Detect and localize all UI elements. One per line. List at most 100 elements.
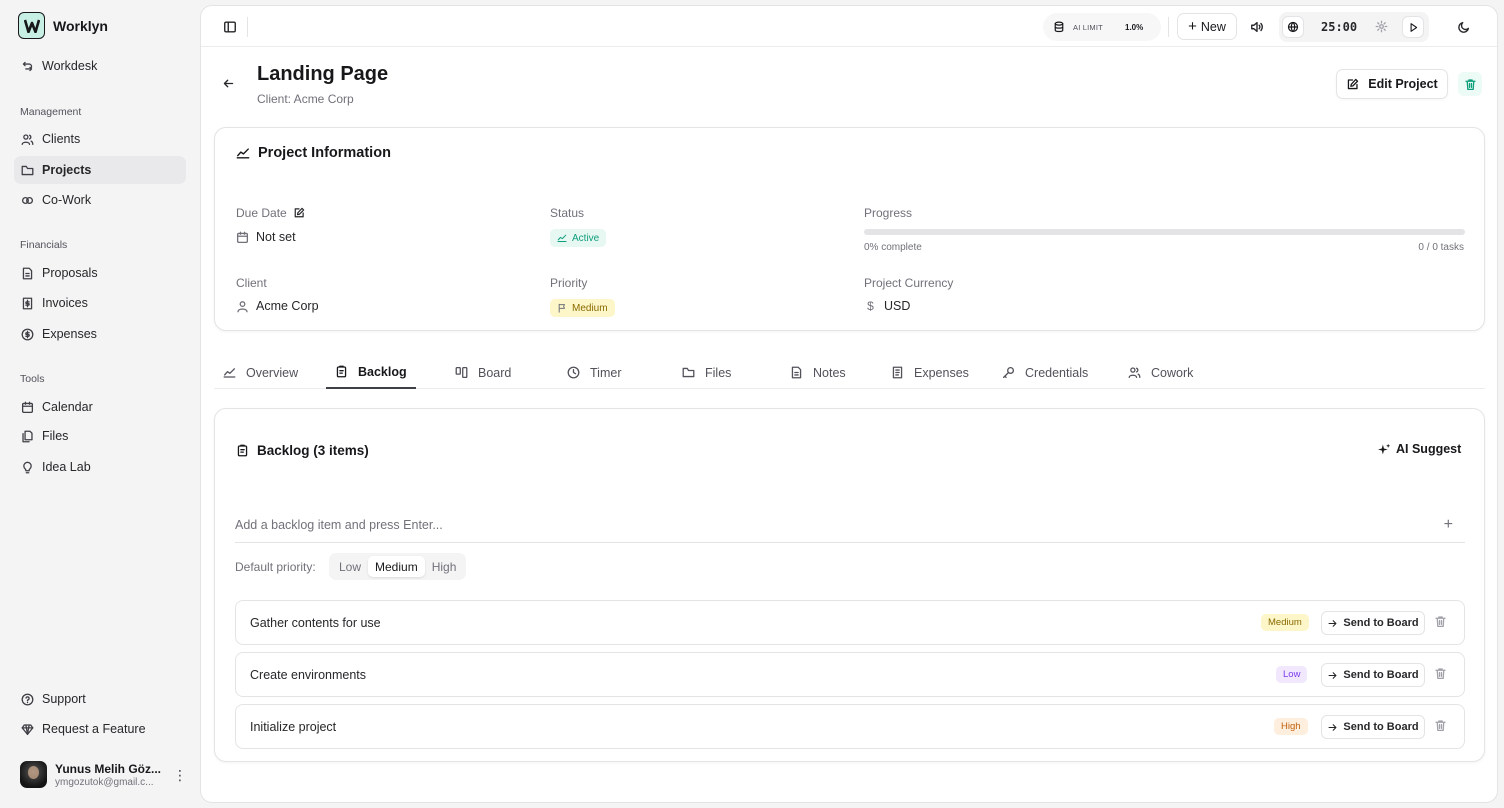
workdesk-icon [22, 61, 33, 71]
more-options-icon[interactable]: ⋮ [173, 767, 187, 783]
sidebar-item-support[interactable]: Support [14, 685, 186, 713]
brand[interactable]: Worklyn [18, 12, 108, 39]
status-value: Active [550, 229, 607, 247]
sidebar-item-files[interactable]: Files [14, 422, 186, 450]
tab-timer[interactable]: Timer [558, 356, 630, 389]
card-title: Project Information [236, 145, 391, 161]
priority-value: Medium [550, 299, 615, 317]
trend-icon [557, 234, 567, 242]
topbar: AI LIMIT 1.0% + New 25:00 [201, 6, 1497, 47]
coin-icon [21, 328, 34, 340]
files-icon [22, 430, 33, 442]
page-subtitle: Client: Acme Corp [257, 92, 354, 106]
page-title: Landing Page [257, 63, 389, 85]
sidebar-item-label: Projects [42, 163, 92, 177]
backlog-input-row: + [235, 507, 1465, 543]
tab-overview[interactable]: Overview [214, 356, 307, 389]
tab-credentials[interactable]: Credentials [993, 356, 1097, 389]
ai-suggest-button[interactable]: AI Suggest [1378, 442, 1461, 456]
sidebar-item-label: Expenses [42, 327, 97, 341]
sidebar-item-clients[interactable]: Clients [14, 125, 186, 153]
globe-icon[interactable] [1282, 16, 1304, 38]
currency-value: $ USD [864, 299, 910, 313]
user-profile[interactable]: Yunus Melih Göz... ymgozutok@gmail.c... … [20, 761, 190, 788]
priority-option-high[interactable]: High [425, 556, 464, 577]
tab-backlog[interactable]: Backlog [326, 356, 416, 389]
send-to-board-button[interactable]: Send to Board [1321, 611, 1425, 635]
sidebar-item-request-feature[interactable]: Request a Feature [14, 715, 186, 743]
gear-icon[interactable] [1375, 20, 1388, 33]
arrow-right-icon [1328, 723, 1337, 731]
calendar-icon [236, 231, 249, 243]
linked-circles-icon [21, 196, 34, 204]
tab-board[interactable]: Board [446, 356, 520, 389]
due-date-label: Due Date [236, 206, 305, 220]
chart-line-icon [223, 368, 236, 378]
new-button-label: New [1200, 19, 1226, 34]
backlog-item[interactable]: Initialize project High Send to Board [235, 704, 1465, 749]
user-email: ymgozutok@gmail.c... [55, 776, 154, 788]
new-button[interactable]: + New [1177, 13, 1237, 40]
toggle-sidebar-icon[interactable] [222, 19, 238, 35]
tab-files[interactable]: Files [673, 356, 740, 389]
progress-percent-text: 0% complete [864, 242, 922, 253]
sidebar-item-label: Support [42, 692, 86, 706]
edit-project-button[interactable]: Edit Project [1336, 69, 1448, 99]
sidebar-item-calendar[interactable]: Calendar [14, 393, 186, 421]
tab-notes[interactable]: Notes [781, 356, 855, 389]
project-information-card: Project Information Due Date Not set Sta… [214, 127, 1485, 331]
tab-cowork[interactable]: Cowork [1119, 356, 1202, 389]
avatar[interactable] [20, 761, 47, 788]
progress-label: Progress [864, 206, 913, 220]
delete-project-button[interactable] [1458, 72, 1482, 96]
status-badge: Active [550, 229, 607, 247]
plus-icon: + [1188, 18, 1197, 35]
sidebar-item-workdesk[interactable]: Workdesk [14, 52, 186, 80]
sidebar-item-invoices[interactable]: Invoices [14, 289, 186, 317]
send-to-board-button[interactable]: Send to Board [1321, 663, 1425, 687]
add-backlog-plus-icon[interactable]: + [1444, 516, 1465, 534]
edit-due-date-icon[interactable] [293, 207, 305, 219]
priority-badge: Medium [550, 299, 615, 317]
worklyn-logo-icon [18, 12, 45, 39]
sidebar-item-label: Proposals [42, 266, 98, 280]
database-icon [1054, 21, 1064, 33]
progress-tasks-text: 0 / 0 tasks [1418, 242, 1464, 253]
trash-icon[interactable] [1434, 719, 1447, 732]
sidebar-item-projects[interactable]: Projects [14, 156, 186, 184]
card-title-text: Project Information [258, 145, 391, 161]
sidebar: Worklyn Workdesk Management Clients Proj… [0, 0, 200, 808]
trash-icon[interactable] [1434, 667, 1447, 680]
ai-limit-indicator[interactable]: AI LIMIT 1.0% [1043, 13, 1161, 41]
ai-limit-label: AI LIMIT [1073, 22, 1103, 32]
priority-option-low[interactable]: Low [332, 556, 368, 577]
backlog-item-title: Gather contents for use [250, 616, 381, 630]
play-icon[interactable] [1402, 16, 1424, 38]
note-icon [791, 366, 802, 379]
sidebar-item-proposals[interactable]: Proposals [14, 259, 186, 287]
chart-line-icon [236, 148, 250, 159]
moon-icon[interactable] [1456, 19, 1472, 35]
backlog-item-title: Initialize project [250, 720, 337, 734]
ai-limit-value: 1.0% [1125, 22, 1144, 32]
sidebar-item-expenses[interactable]: Expenses [14, 320, 186, 348]
send-to-board-button[interactable]: Send to Board [1321, 715, 1425, 739]
app-name: Worklyn [53, 17, 108, 34]
default-priority-label: Default priority: [235, 560, 316, 574]
user-name: Yunus Melih Göz... [55, 761, 162, 776]
back-arrow-icon[interactable] [222, 77, 235, 90]
backlog-input[interactable] [235, 517, 835, 532]
backlog-item[interactable]: Gather contents for use Medium Send to B… [235, 600, 1465, 645]
priority-option-medium[interactable]: Medium [368, 556, 425, 577]
tab-expenses[interactable]: Expenses [882, 356, 978, 389]
status-label: Status [550, 206, 585, 220]
section-label-management: Management [20, 106, 82, 118]
main-panel: AI LIMIT 1.0% + New 25:00 Landing Page C… [200, 5, 1498, 803]
trash-icon[interactable] [1434, 615, 1447, 628]
sidebar-item-label: Clients [42, 132, 81, 146]
sidebar-item-co-work[interactable]: Co-Work [14, 186, 186, 214]
focus-timer: 25:00 [1279, 12, 1429, 42]
backlog-item[interactable]: Create environments Low Send to Board [235, 652, 1465, 697]
sound-icon[interactable] [1249, 19, 1265, 35]
sidebar-item-idea-lab[interactable]: Idea Lab [14, 453, 186, 481]
